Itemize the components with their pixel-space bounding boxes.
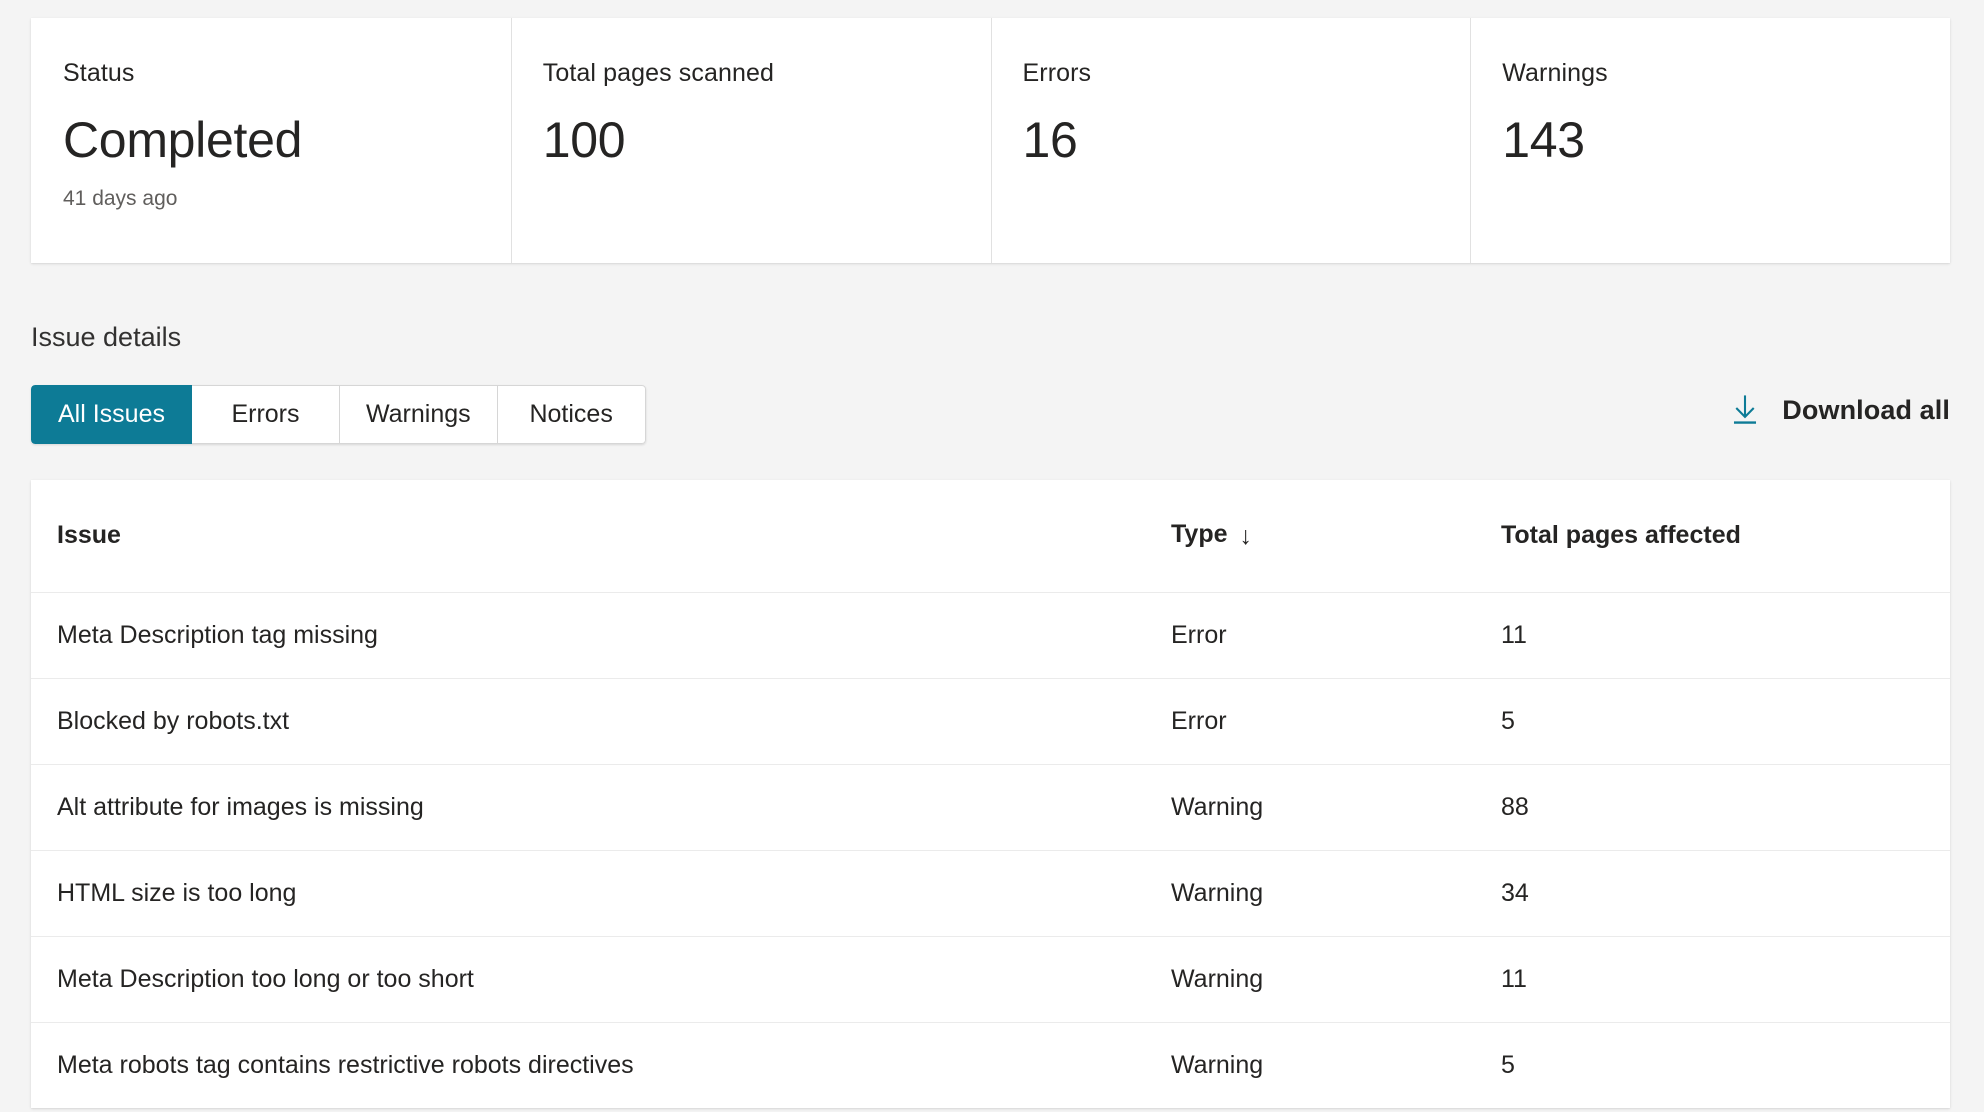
stat-label: Total pages scanned [543,58,991,88]
issues-table-card: Issue Type ↓ Total pages affected Meta De… [31,480,1950,1108]
table-row[interactable]: Meta robots tag contains restrictive rob… [31,1022,1950,1108]
column-header-total-pages-affected-label: Total pages affected [1501,521,1741,549]
cell-type: Warning [1171,764,1501,850]
stat-value: 16 [1023,110,1471,170]
stat-card-total-pages-scanned: Total pages scanned 100 [511,18,991,263]
cell-pages-affected: 5 [1501,1022,1950,1108]
cell-type: Warning [1171,936,1501,1022]
cell-issue: Meta Description tag missing [31,592,1171,678]
stat-label: Status [63,58,511,88]
table-row[interactable]: Meta Description tag missing Error 11 [31,592,1950,678]
issues-table: Issue Type ↓ Total pages affected Meta De… [31,480,1950,1108]
cell-issue: Blocked by robots.txt [31,678,1171,764]
download-all-button[interactable]: Download all [1730,394,1950,426]
tab-notices[interactable]: Notices [498,385,646,444]
table-row[interactable]: Meta Description too long or too short W… [31,936,1950,1022]
seo-scan-report-page: Status Completed 41 days ago Total pages… [0,0,1984,1112]
table-row[interactable]: HTML size is too long Warning 34 [31,850,1950,936]
cell-issue: HTML size is too long [31,850,1171,936]
tab-warnings[interactable]: Warnings [340,385,498,444]
column-header-type[interactable]: Type ↓ [1171,480,1501,592]
issues-table-header: Issue Type ↓ Total pages affected [31,480,1950,592]
column-header-total-pages-affected[interactable]: Total pages affected [1501,480,1950,592]
stat-card-warnings: Warnings 143 [1470,18,1950,263]
tab-errors[interactable]: Errors [192,385,340,444]
cell-issue: Meta Description too long or too short [31,936,1171,1022]
cell-pages-affected: 5 [1501,678,1950,764]
cell-pages-affected: 11 [1501,936,1950,1022]
table-row[interactable]: Alt attribute for images is missing Warn… [31,764,1950,850]
stat-value: 100 [543,110,991,170]
issue-filter-tabs: All Issues Errors Warnings Notices [31,385,646,444]
table-row[interactable]: Blocked by robots.txt Error 5 [31,678,1950,764]
issue-details-heading: Issue details [31,320,181,354]
cell-pages-affected: 34 [1501,850,1950,936]
column-header-issue-label: Issue [57,521,121,549]
download-all-label: Download all [1782,395,1950,426]
tab-all-issues[interactable]: All Issues [31,385,192,444]
issues-table-body: Meta Description tag missing Error 11 Bl… [31,592,1950,1108]
stat-card-status: Status Completed 41 days ago [31,18,511,263]
download-arrow-icon [1730,394,1760,426]
stat-subtext: 41 days ago [63,186,511,212]
cell-type: Warning [1171,850,1501,936]
cell-type: Error [1171,592,1501,678]
cell-issue: Alt attribute for images is missing [31,764,1171,850]
stat-value: Completed [63,110,511,170]
cell-issue: Meta robots tag contains restrictive rob… [31,1022,1171,1108]
cell-pages-affected: 11 [1501,592,1950,678]
cell-type: Warning [1171,1022,1501,1108]
stat-value: 143 [1502,110,1950,170]
cell-type: Error [1171,678,1501,764]
sort-descending-icon: ↓ [1240,522,1253,551]
stat-label: Warnings [1502,58,1950,88]
column-header-type-label: Type [1171,520,1228,548]
table-header-row: Issue Type ↓ Total pages affected [31,480,1950,592]
column-header-issue[interactable]: Issue [31,480,1171,592]
summary-cards: Status Completed 41 days ago Total pages… [31,18,1950,263]
cell-pages-affected: 88 [1501,764,1950,850]
stat-label: Errors [1023,58,1471,88]
stat-card-errors: Errors 16 [991,18,1471,263]
